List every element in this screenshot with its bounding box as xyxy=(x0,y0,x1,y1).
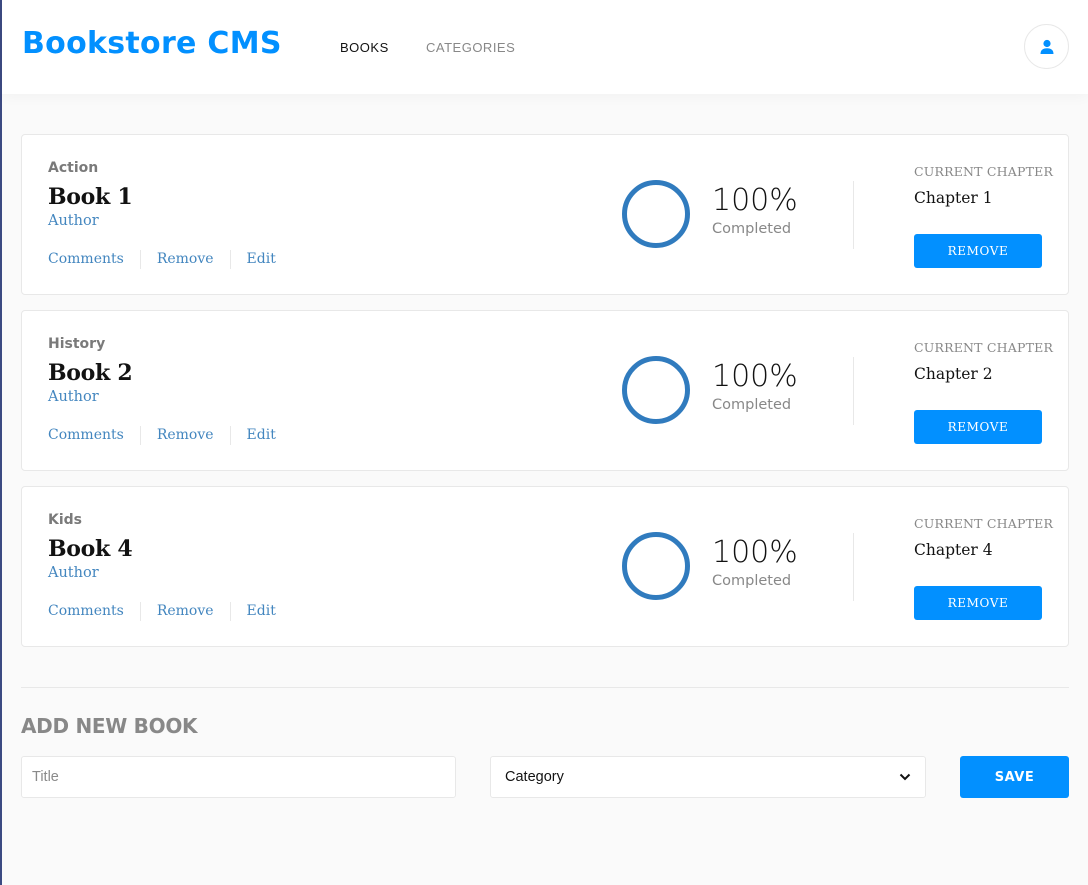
remove-link[interactable]: Remove xyxy=(157,601,214,621)
current-chapter: Chapter 4 xyxy=(914,541,993,559)
divider xyxy=(853,533,854,601)
divider xyxy=(139,249,141,269)
edit-link[interactable]: Edit xyxy=(247,425,276,445)
book-genre: Action xyxy=(48,160,99,176)
progress-ring xyxy=(622,532,690,600)
remove-book-button[interactable]: REMOVE xyxy=(914,234,1042,268)
progress-label: Completed xyxy=(712,221,792,237)
divider xyxy=(229,425,231,445)
comments-link[interactable]: Comments xyxy=(48,425,124,445)
save-button[interactable]: SAVE xyxy=(960,756,1069,798)
brand-logo[interactable]: Bookstore CMS xyxy=(22,26,282,61)
comments-link[interactable]: Comments xyxy=(48,601,124,621)
book-title: Book 4 xyxy=(48,536,133,562)
divider xyxy=(139,601,141,621)
section-divider xyxy=(21,687,1069,688)
user-icon xyxy=(1040,39,1053,54)
book-author[interactable]: Author xyxy=(48,213,99,229)
nav-categories[interactable]: CATEGORIES xyxy=(426,40,515,55)
category-selected-value: Category xyxy=(505,769,564,785)
chevron-down-icon xyxy=(899,773,911,781)
title-input[interactable] xyxy=(21,756,456,798)
progress-label: Completed xyxy=(712,397,792,413)
book-title: Book 2 xyxy=(48,360,133,386)
book-author[interactable]: Author xyxy=(48,565,99,581)
add-book-heading: ADD NEW BOOK xyxy=(21,714,198,738)
book-actions: Comments Remove Edit xyxy=(48,425,276,445)
user-profile-button[interactable] xyxy=(1024,24,1069,69)
divider xyxy=(139,425,141,445)
current-chapter-label: CURRENT CHAPTER xyxy=(914,340,1054,355)
book-card: Action Book 1 Author Comments Remove Edi… xyxy=(21,134,1069,295)
progress-label: Completed xyxy=(712,573,792,589)
current-chapter: Chapter 1 xyxy=(914,189,993,207)
book-genre: History xyxy=(48,336,106,352)
progress-ring xyxy=(622,356,690,424)
remove-link[interactable]: Remove xyxy=(157,425,214,445)
comments-link[interactable]: Comments xyxy=(48,249,124,269)
book-card: History Book 2 Author Comments Remove Ed… xyxy=(21,310,1069,471)
edit-link[interactable]: Edit xyxy=(247,601,276,621)
progress-percent: 100% xyxy=(712,535,798,570)
current-chapter-label: CURRENT CHAPTER xyxy=(914,516,1054,531)
book-card: Kids Book 4 Author Comments Remove Edit … xyxy=(21,486,1069,647)
category-select[interactable]: Category xyxy=(490,756,926,798)
book-genre: Kids xyxy=(48,512,83,528)
divider xyxy=(229,249,231,269)
remove-book-button[interactable]: REMOVE xyxy=(914,586,1042,620)
book-actions: Comments Remove Edit xyxy=(48,601,276,621)
nav-books[interactable]: BOOKS xyxy=(340,40,389,55)
app-header: Bookstore CMS BOOKS CATEGORIES xyxy=(2,0,1088,94)
edit-link[interactable]: Edit xyxy=(247,249,276,269)
book-author[interactable]: Author xyxy=(48,389,99,405)
current-chapter: Chapter 2 xyxy=(914,365,993,383)
divider xyxy=(229,601,231,621)
remove-book-button[interactable]: REMOVE xyxy=(914,410,1042,444)
book-title: Book 1 xyxy=(48,184,133,210)
progress-percent: 100% xyxy=(712,359,798,394)
remove-link[interactable]: Remove xyxy=(157,249,214,269)
book-actions: Comments Remove Edit xyxy=(48,249,276,269)
progress-ring xyxy=(622,180,690,248)
divider xyxy=(853,181,854,249)
progress-percent: 100% xyxy=(712,183,798,218)
divider xyxy=(853,357,854,425)
current-chapter-label: CURRENT CHAPTER xyxy=(914,164,1054,179)
